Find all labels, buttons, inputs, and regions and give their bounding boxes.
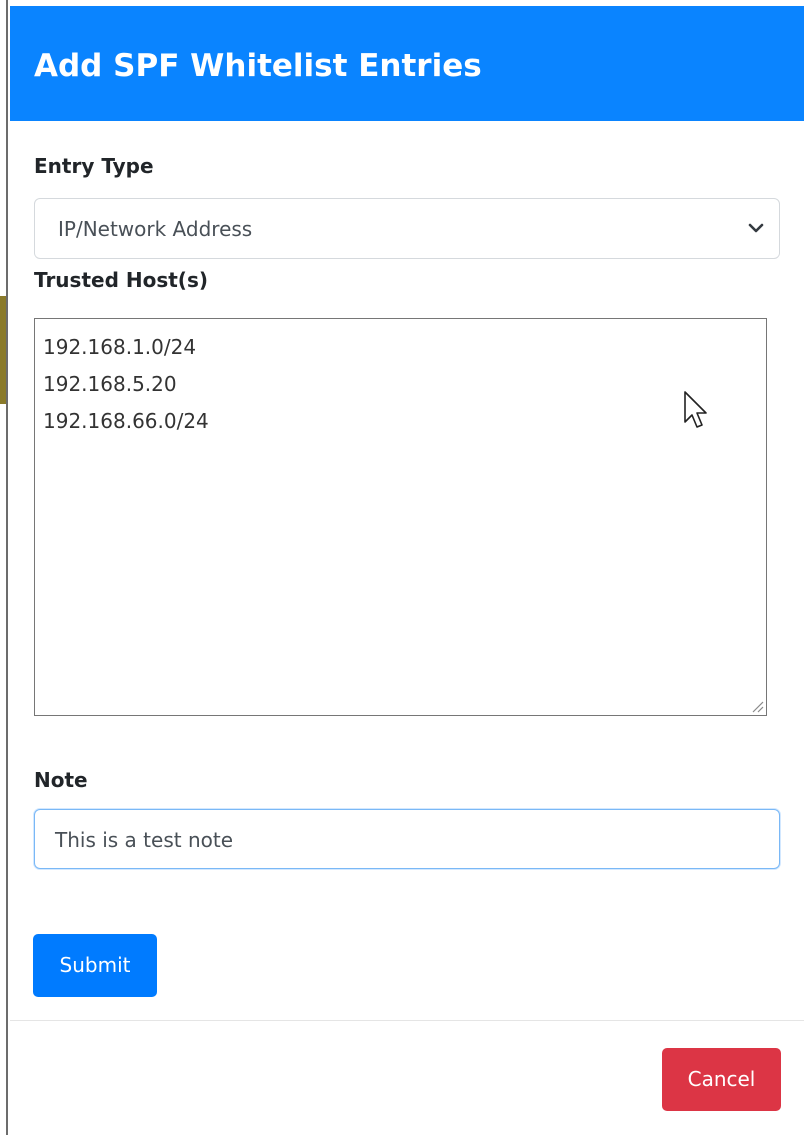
background-page-edge	[0, 0, 8, 1135]
submit-button[interactable]: Submit	[33, 934, 157, 997]
modal-dialog: Add SPF Whitelist Entries Entry Type IP/…	[10, 6, 804, 1135]
chevron-down-icon	[748, 223, 764, 233]
modal-footer-divider	[10, 1020, 804, 1021]
modal-header: Add SPF Whitelist Entries	[10, 6, 804, 121]
cancel-button[interactable]: Cancel	[662, 1048, 781, 1111]
resize-grip-icon[interactable]	[750, 699, 764, 713]
trusted-hosts-label: Trusted Host(s)	[34, 268, 208, 292]
note-input-value: This is a test note	[55, 828, 233, 852]
mouse-pointer-icon	[684, 391, 707, 428]
note-input[interactable]: This is a test note	[34, 809, 780, 869]
background-highlight	[0, 296, 6, 404]
note-label: Note	[34, 768, 88, 792]
entry-type-selected-value: IP/Network Address	[58, 217, 253, 241]
entry-type-label: Entry Type	[34, 154, 154, 178]
trusted-host-line: 192.168.5.20	[43, 372, 177, 396]
modal-title: Add SPF Whitelist Entries	[34, 48, 482, 84]
trusted-host-line: 192.168.1.0/24	[43, 335, 197, 359]
trusted-host-line: 192.168.66.0/24	[43, 409, 209, 433]
trusted-hosts-textarea[interactable]: 192.168.1.0/24 192.168.5.20 192.168.66.0…	[34, 318, 767, 716]
entry-type-select[interactable]: IP/Network Address	[34, 198, 780, 259]
